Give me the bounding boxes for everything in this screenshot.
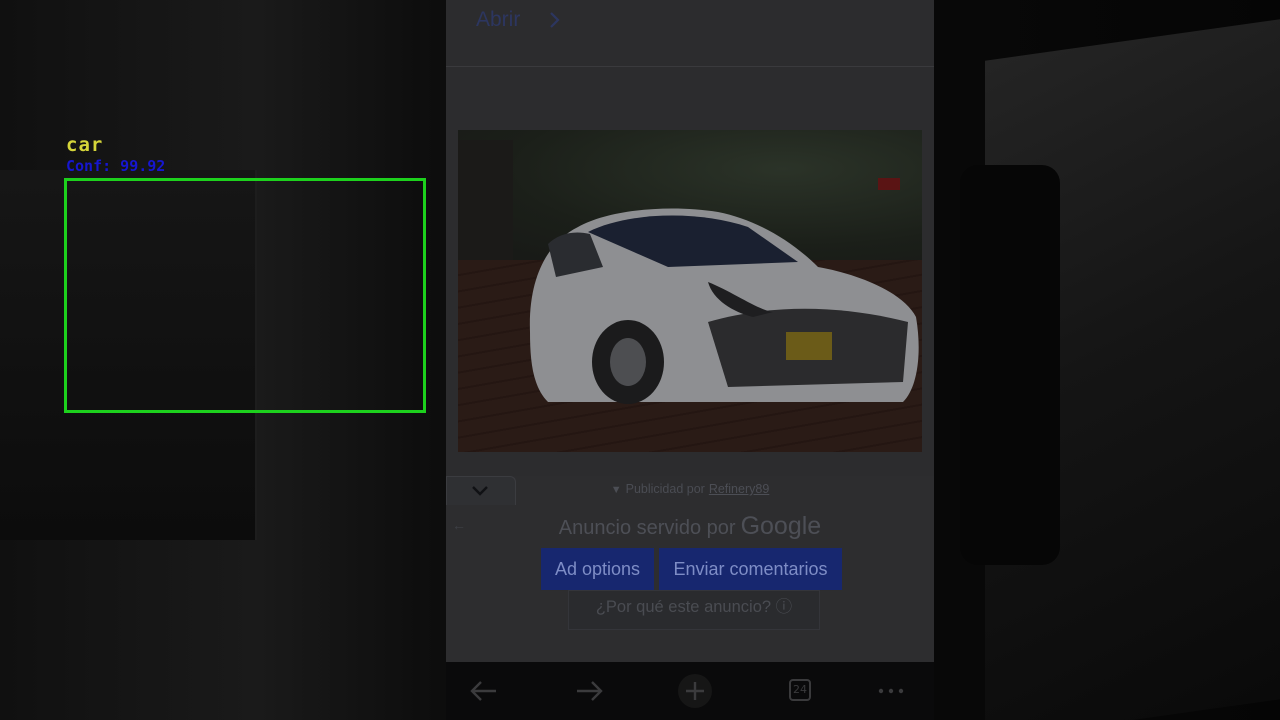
detection-class-label: car xyxy=(66,134,104,156)
car-illustration xyxy=(529,208,919,404)
open-link[interactable]: Abrir xyxy=(476,8,520,32)
open-bar: Abrir xyxy=(446,0,934,67)
image-building xyxy=(458,140,513,260)
detection-confidence-label: Conf: 99.92 xyxy=(66,157,166,175)
back-arrow-icon[interactable] xyxy=(466,674,500,708)
forward-arrow-icon[interactable] xyxy=(573,674,607,708)
ad-car-image[interactable] xyxy=(458,130,922,452)
tab-count: 24 xyxy=(789,679,811,701)
plus-icon xyxy=(686,682,704,700)
new-tab-plus-icon[interactable] xyxy=(678,674,712,708)
browser-toolbar: 24 xyxy=(446,662,934,720)
more-menu-icon[interactable] xyxy=(874,674,908,708)
phone-screen: Abrir xyxy=(446,0,934,662)
detection-bounding-box xyxy=(64,178,426,413)
ad-footer xyxy=(446,476,934,662)
tabs-counter-icon[interactable]: 24 xyxy=(784,674,818,708)
background-object xyxy=(960,165,1060,565)
chevron-right-icon xyxy=(550,12,560,28)
camera-scene: Abrir car Conf: 99.92 ▼ Publicidad por R… xyxy=(0,0,1280,720)
